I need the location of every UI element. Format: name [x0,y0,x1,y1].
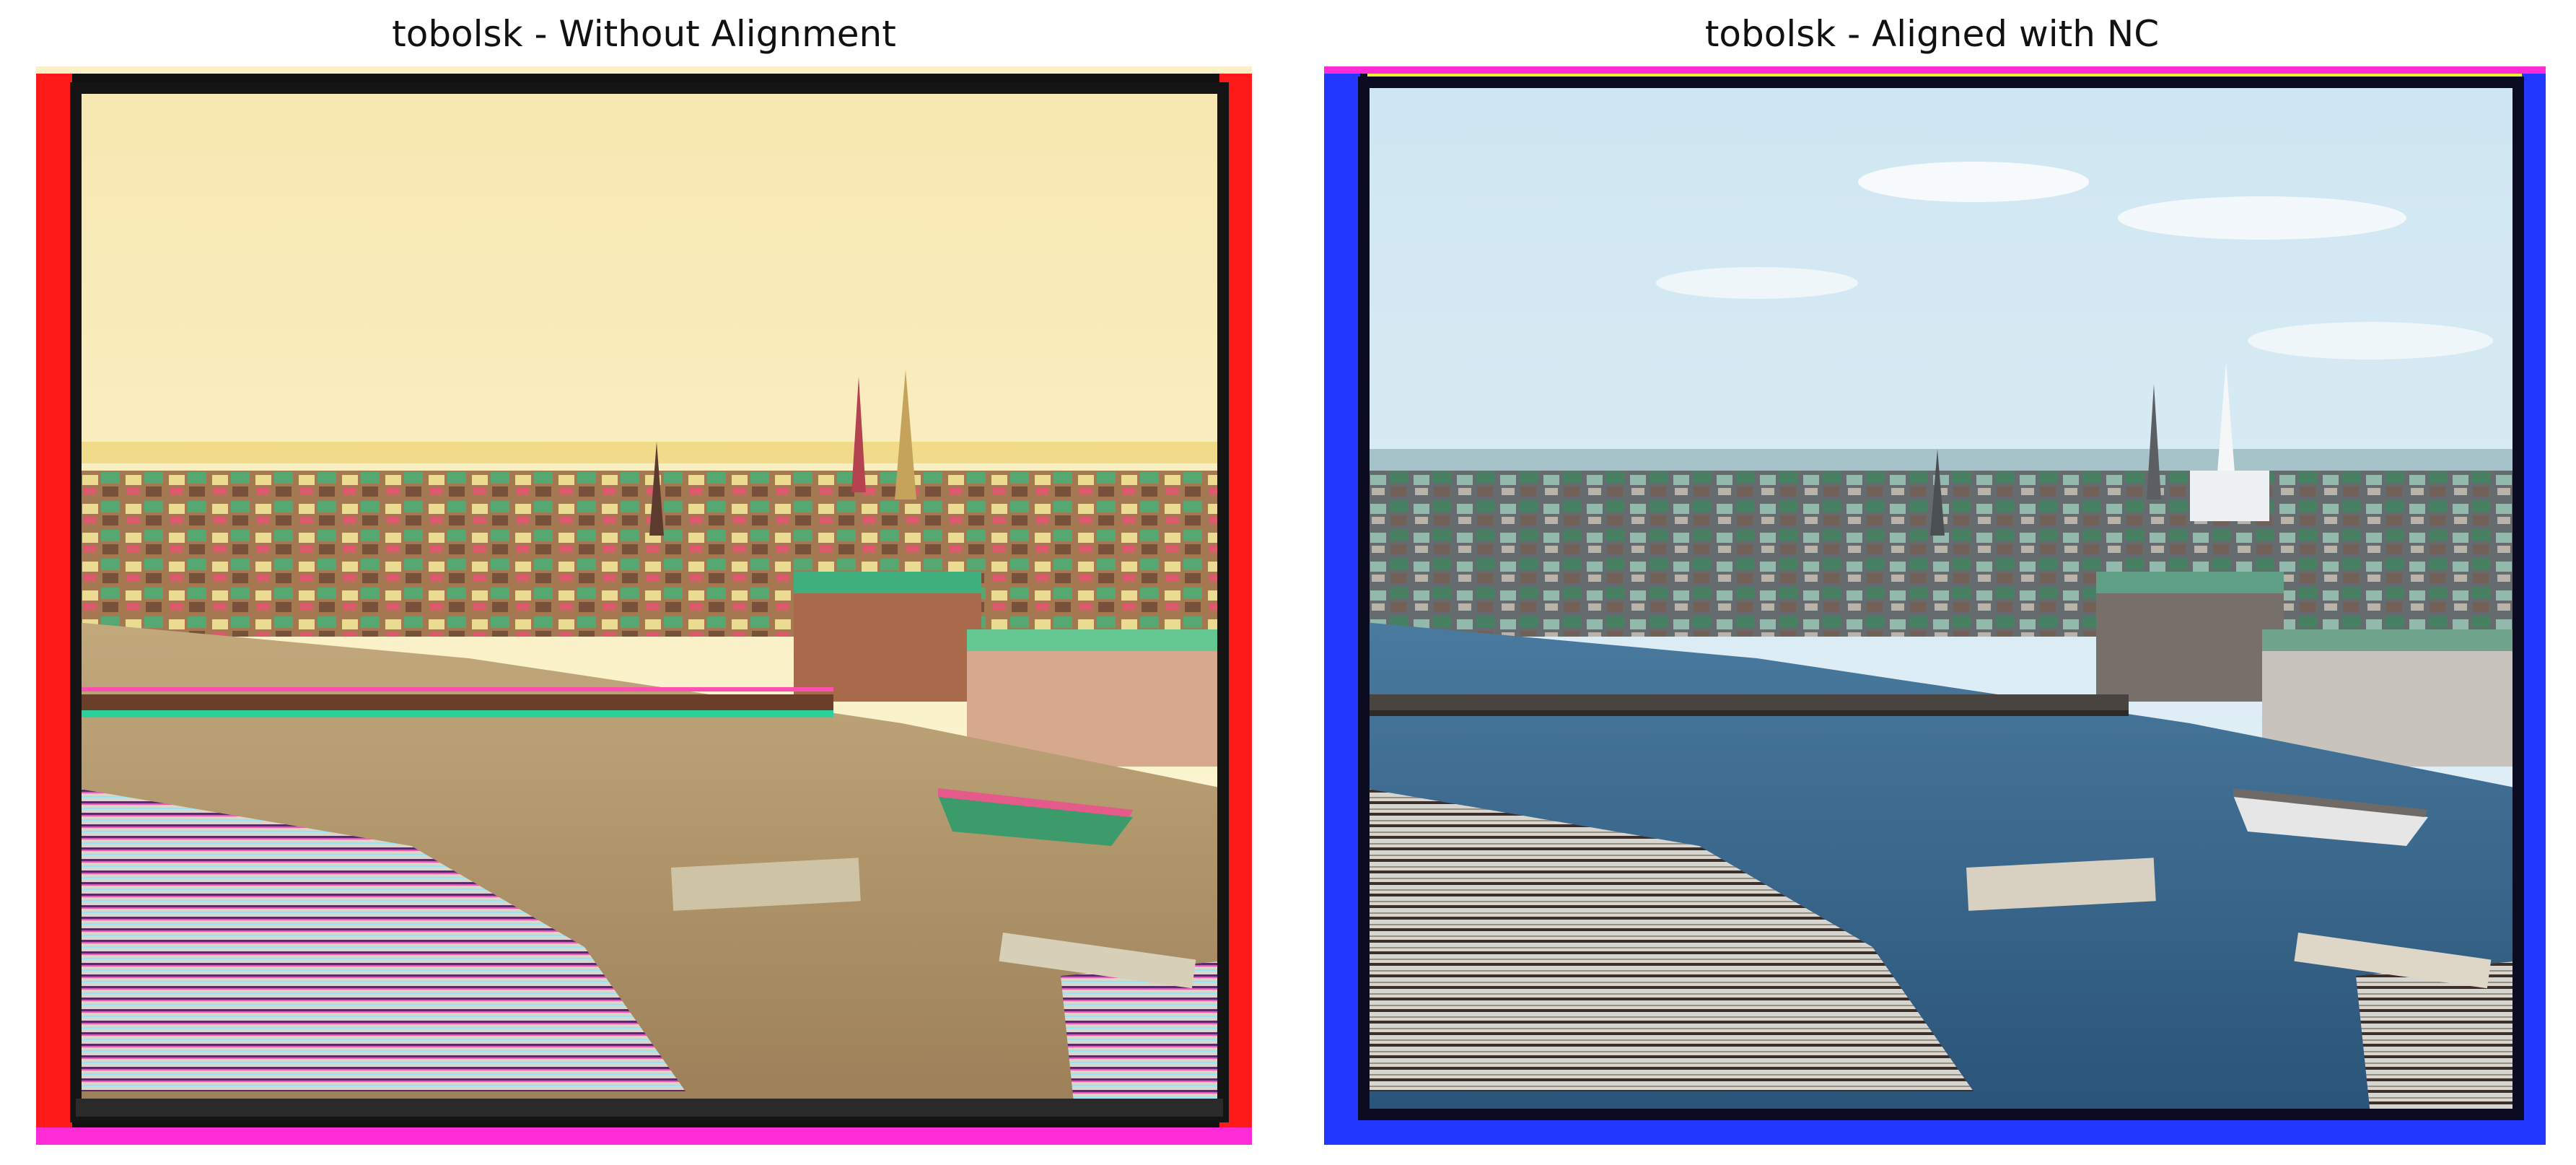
right-panel: tobolsk - Aligned with NC [1288,0,2576,1165]
unaligned-photo [36,66,1252,1145]
aligned-photo [1324,66,2546,1145]
panel-title: tobolsk - Without Alignment [392,13,896,55]
aligned-photo-art [1324,66,2546,1145]
panel-title: tobolsk - Aligned with NC [1704,13,2160,55]
left-panel: tobolsk - Without Alignment [0,0,1288,1165]
unaligned-photo-art [36,66,1252,1145]
